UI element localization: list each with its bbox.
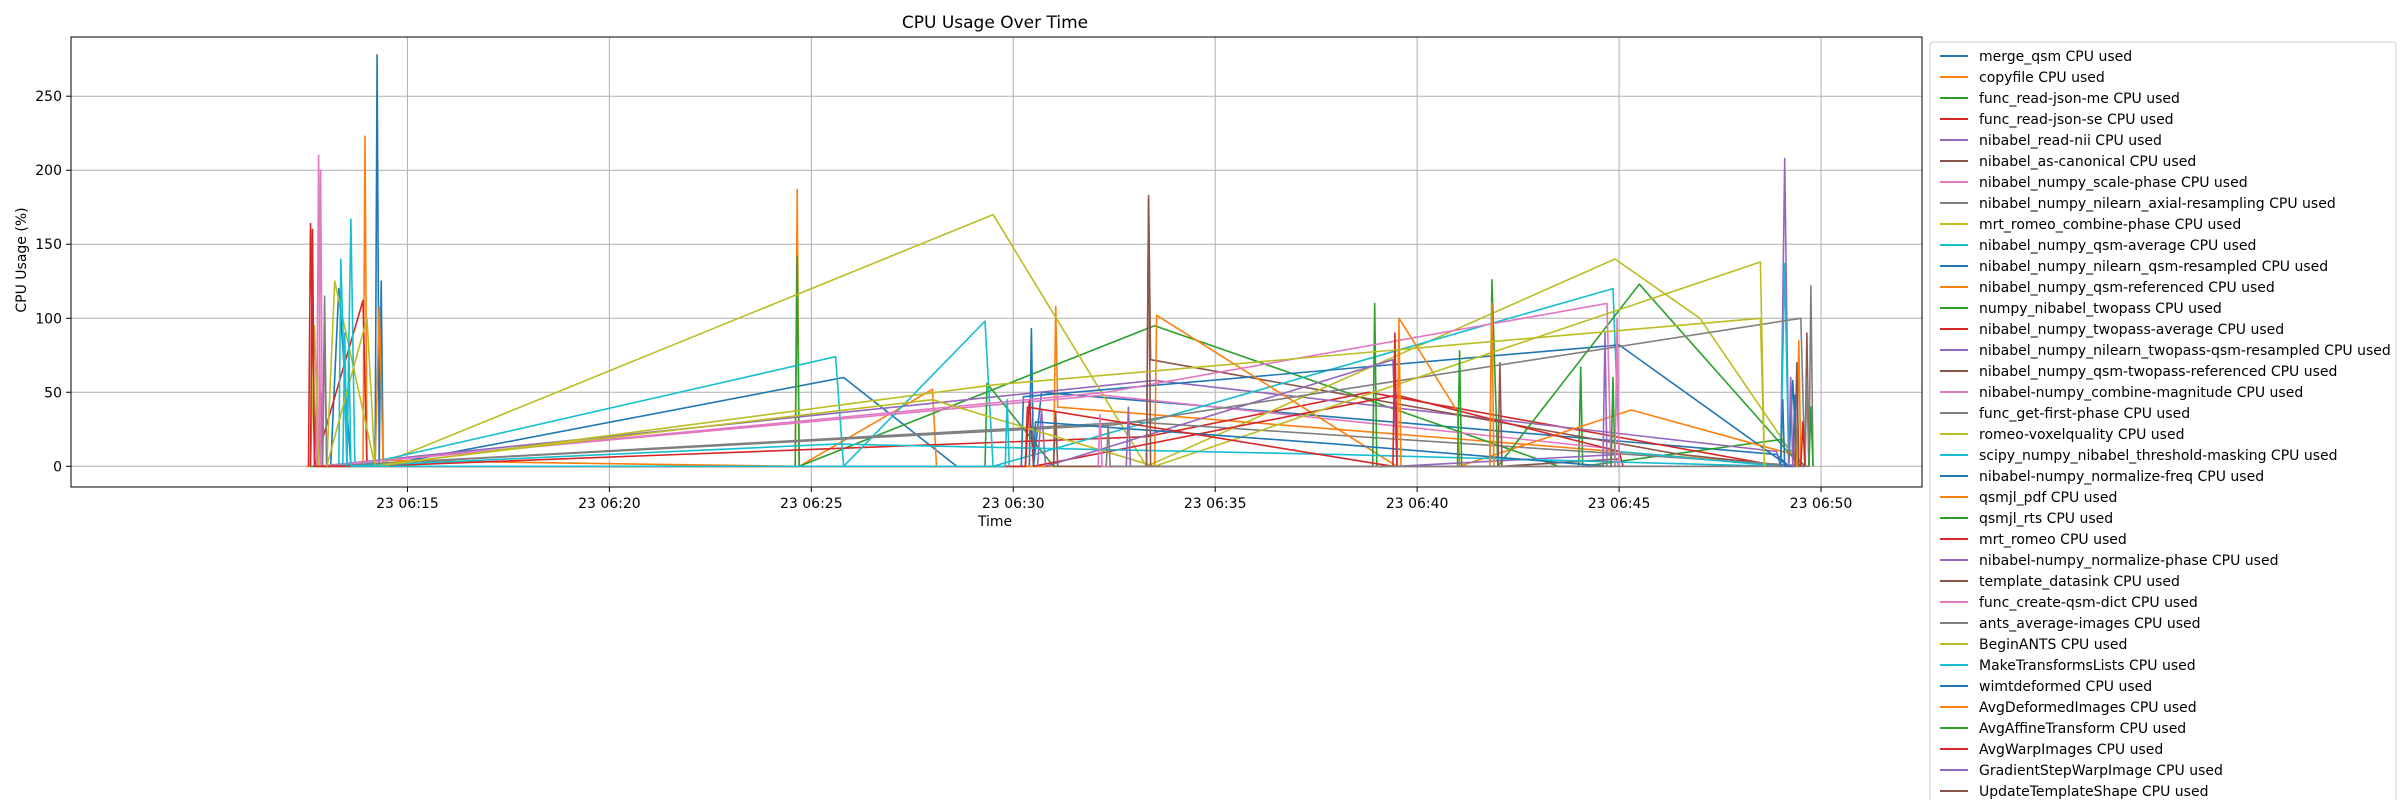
legend-label: scipy_numpy_nibabel_threshold-masking CP… <box>1979 448 2338 464</box>
legend-label: mrt_romeo CPU used <box>1979 532 2127 548</box>
legend-label: nibabel_numpy_nilearn_axial-resampling C… <box>1979 196 2336 212</box>
legend-label: wimtdeformed CPU used <box>1979 679 2152 695</box>
legend-label: nibabel_numpy_qsm-twopass-referenced CPU… <box>1979 364 2337 380</box>
x-tick-label: 23 06:15 <box>376 496 439 512</box>
legend-label: nibabel-numpy_normalize-phase CPU used <box>1979 553 2278 569</box>
legend-label: GradientStepWarpImage CPU used <box>1979 763 2223 779</box>
x-tick-label: 23 06:35 <box>1184 496 1247 512</box>
legend-label: nibabel-numpy_normalize-freq CPU used <box>1979 469 2264 485</box>
legend-label: AvgAffineTransform CPU used <box>1979 721 2186 737</box>
legend-label: numpy_nibabel_twopass CPU used <box>1979 301 2222 317</box>
y-axis-label: CPU Usage (%) <box>14 207 30 312</box>
legend-label: nibabel_numpy_qsm-referenced CPU used <box>1979 280 2275 296</box>
x-tick-label: 23 06:45 <box>1588 496 1651 512</box>
legend-label: func_create-qsm-dict CPU used <box>1979 595 2198 611</box>
y-tick-label: 200 <box>35 163 62 179</box>
y-tick-label: 100 <box>35 311 62 327</box>
x-tick-label: 23 06:50 <box>1790 496 1853 512</box>
legend-label: func_read-json-me CPU used <box>1979 91 2180 107</box>
legend-label: func_get-first-phase CPU used <box>1979 406 2190 422</box>
legend-label: MakeTransformsLists CPU used <box>1979 658 2196 674</box>
y-tick-label: 0 <box>53 459 62 475</box>
y-tick-label: 150 <box>35 237 62 253</box>
legend-label: mrt_romeo_combine-phase CPU used <box>1979 217 2241 233</box>
legend-label: nibabel_numpy_nilearn_twopass-qsm-resamp… <box>1979 343 2391 359</box>
legend-label: nibabel_numpy_twopass-average CPU used <box>1979 322 2284 338</box>
legend-label: merge_qsm CPU used <box>1979 49 2132 65</box>
legend-label: nibabel_numpy_nilearn_qsm-resampled CPU … <box>1979 259 2328 275</box>
chart-canvas: CPU Usage Over Time Time CPU Usage (%) 2… <box>0 0 2400 800</box>
y-tick-label: 250 <box>35 89 62 105</box>
legend-label: func_read-json-se CPU used <box>1979 112 2174 128</box>
legend-label: nibabel_read-nii CPU used <box>1979 133 2162 149</box>
legend-label: AvgWarpImages CPU used <box>1979 742 2163 758</box>
legend-label: template_datasink CPU used <box>1979 574 2180 590</box>
legend-label: qsmjl_rts CPU used <box>1979 511 2113 527</box>
legend-label: nibabel_numpy_scale-phase CPU used <box>1979 175 2248 191</box>
legend-label: nibabel-numpy_combine-magnitude CPU used <box>1979 385 2303 401</box>
x-tick-label: 23 06:30 <box>982 496 1045 512</box>
legend: merge_qsm CPU used copyfile CPU used func_… <box>1929 41 2397 800</box>
legend-label: romeo-voxelquality CPU used <box>1979 427 2184 443</box>
x-tick-label: 23 06:20 <box>578 496 641 512</box>
chart-title: CPU Usage Over Time <box>902 13 1088 33</box>
legend-label: BeginANTS CPU used <box>1979 637 2127 653</box>
x-tick-label: 23 06:40 <box>1386 496 1449 512</box>
legend-label: qsmjl_pdf CPU used <box>1979 490 2117 506</box>
legend-label: nibabel_numpy_qsm-average CPU used <box>1979 238 2256 254</box>
legend-label: UpdateTemplateShape CPU used <box>1979 784 2208 800</box>
x-tick-label: 23 06:25 <box>780 496 843 512</box>
x-axis-label: Time <box>977 514 1012 530</box>
y-tick-label: 50 <box>44 385 62 401</box>
legend-label: copyfile CPU used <box>1979 70 2105 86</box>
legend-label: nibabel_as-canonical CPU used <box>1979 154 2196 170</box>
legend-label: ants_average-images CPU used <box>1979 616 2201 632</box>
legend-label: AvgDeformedImages CPU used <box>1979 700 2197 716</box>
